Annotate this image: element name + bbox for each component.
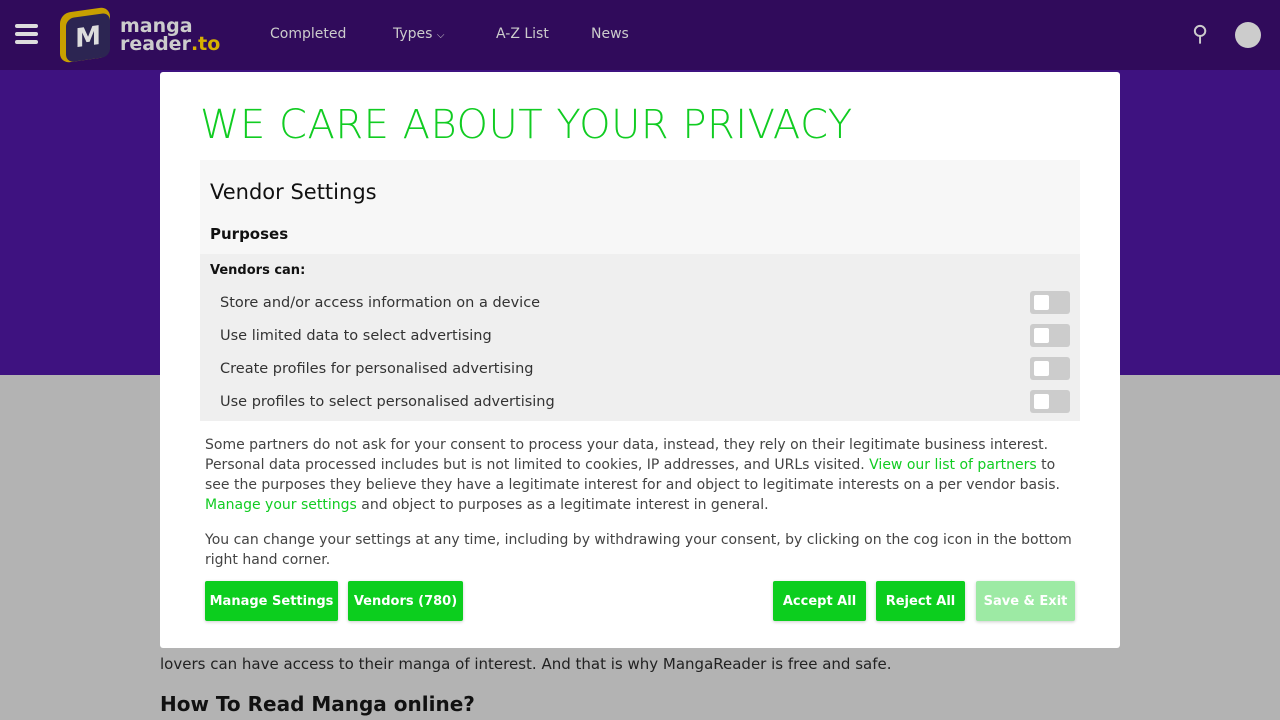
site-logo[interactable]: M manga reader.to	[60, 6, 220, 64]
purpose-row: Use limited data to select advertising	[220, 324, 1070, 350]
site-header: M manga reader.to Completed Types ⌵ A-Z L…	[0, 0, 1280, 70]
background-heading: How To Read Manga online?	[160, 692, 475, 716]
logo-mark: M	[60, 6, 110, 64]
vendor-settings-heading: Vendor Settings	[210, 180, 377, 204]
nav-completed[interactable]: Completed	[270, 26, 346, 42]
nav-types[interactable]: Types ⌵	[393, 26, 445, 42]
accept-all-button[interactable]: Accept All	[773, 581, 866, 621]
search-icon[interactable]: ⚲	[1187, 22, 1213, 48]
privacy-dialog: WE CARE ABOUT YOUR PRIVACY Vendor Settin…	[160, 72, 1120, 648]
reject-all-button[interactable]: Reject All	[876, 581, 965, 621]
user-icon[interactable]	[1235, 22, 1261, 48]
purposes-list: Vendors can: Store and/or access informa…	[200, 254, 1080, 421]
purpose-toggle[interactable]	[1030, 324, 1070, 347]
purpose-row: Create profiles for personalised adverti…	[220, 357, 1070, 383]
nav-az-list[interactable]: A-Z List	[496, 26, 549, 42]
purpose-row: Store and/or access information on a dev…	[220, 291, 1070, 317]
vendor-settings-panel: Vendor Settings Purposes Vendors can: St…	[200, 160, 1080, 421]
vendors-button[interactable]: Vendors (780)	[348, 581, 463, 621]
legitimate-interest-text: Some partners do not ask for your consen…	[205, 437, 1061, 513]
purpose-row: Use profiles to select personalised adve…	[220, 390, 1070, 416]
purposes-heading: Purposes	[210, 225, 289, 243]
vendors-can-label: Vendors can:	[210, 263, 306, 278]
dialog-title: WE CARE ABOUT YOUR PRIVACY	[200, 102, 853, 148]
manage-settings-link[interactable]: Manage your settings	[205, 497, 357, 513]
partners-link[interactable]: View our list of partners	[869, 457, 1037, 473]
purpose-toggle[interactable]	[1030, 291, 1070, 314]
chevron-down-icon: ⌵	[436, 30, 445, 41]
change-settings-text: You can change your settings at any time…	[205, 532, 1072, 568]
purpose-toggle[interactable]	[1030, 390, 1070, 413]
save-exit-button[interactable]: Save & Exit	[976, 581, 1075, 621]
background-text: lovers can have access to their manga of…	[160, 655, 892, 673]
nav-news[interactable]: News	[591, 26, 629, 42]
manage-settings-button[interactable]: Manage Settings	[205, 581, 338, 621]
purpose-toggle[interactable]	[1030, 357, 1070, 380]
menu-icon[interactable]	[15, 24, 38, 44]
